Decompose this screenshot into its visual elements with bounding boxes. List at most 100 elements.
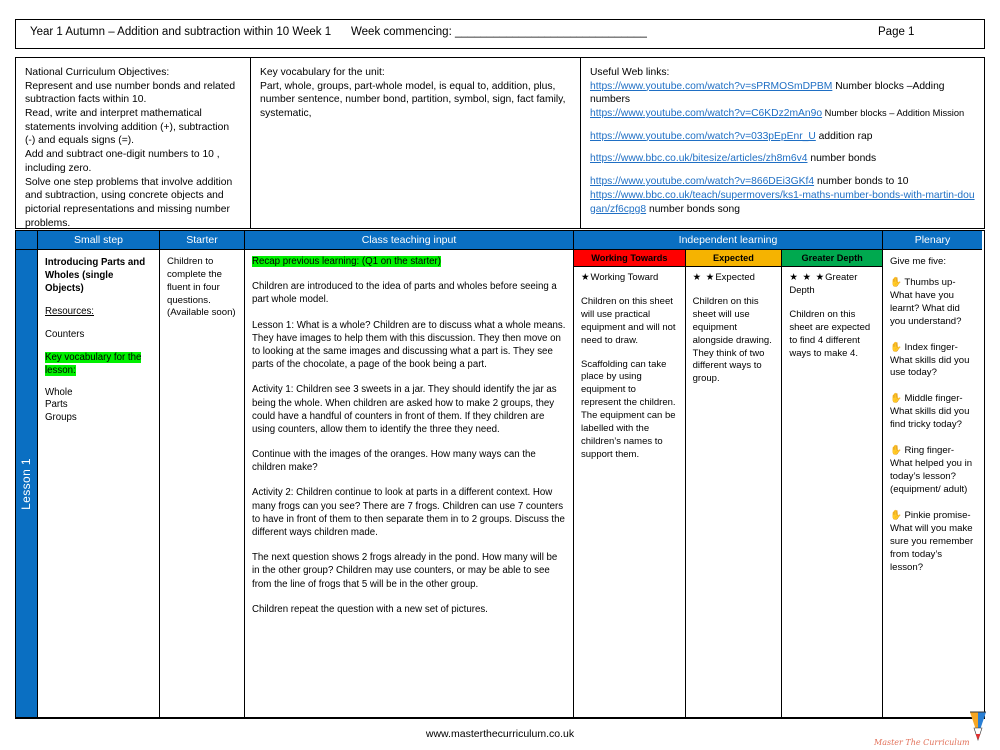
page-number: Page 1 [878, 26, 915, 38]
greater-depth-heading: ★ ★ ★Greater Depth [789, 272, 858, 296]
independent-learning-cell: Working Towards Expected Greater Depth ★… [574, 250, 883, 717]
web-link-row: https://www.bbc.co.uk/bitesize/articles/… [590, 152, 976, 166]
web-link-row: https://www.youtube.com/watch?v=C6KDz2mA… [590, 107, 976, 121]
independent-paragraph: Scaffolding can take place by using equi… [581, 358, 676, 460]
web-link-row: https://www.bbc.co.uk/teach/supermovers/… [590, 189, 976, 216]
plenary-item-text: Middle finger- What skills did you find … [890, 393, 970, 431]
class-teaching-paragraph: Lesson 1: What is a whole? Children are … [252, 319, 566, 371]
header-starter: Starter [160, 231, 245, 250]
web-link[interactable]: https://www.youtube.com/watch?v=C6KDz2mA… [590, 108, 822, 119]
hand-icon: ✋ [890, 445, 902, 457]
web-link-row: https://www.youtube.com/watch?v=033pEpEn… [590, 130, 976, 144]
web-link[interactable]: https://www.youtube.com/watch?v=033pEpEn… [590, 131, 816, 142]
unit-title: Year 1 Autumn – Addition and subtraction… [30, 26, 332, 38]
lesson-table: Small step Starter Class teaching input … [15, 230, 985, 718]
band-row: Working Towards Expected Greater Depth [574, 250, 882, 267]
vocab-item: Groups [45, 411, 77, 423]
web-link[interactable]: https://www.bbc.co.uk/bitesize/articles/… [590, 153, 807, 164]
week-commencing-field[interactable]: Week commencing: _______________________… [351, 26, 647, 38]
key-vocabulary-cell: Key vocabulary for the unit: Part, whole… [251, 58, 581, 228]
info-row: National Curriculum Objectives: Represen… [15, 57, 985, 229]
header-independent-learning: Independent learning [574, 231, 883, 250]
plenary-title: Give me five: [890, 256, 946, 267]
resources-heading: Resources: [45, 306, 94, 317]
independent-paragraph: Children on this sheet are expected to f… [789, 308, 871, 359]
band-expected: Expected [685, 250, 783, 267]
plenary-item: ✋ Ring finger- What helped you in today’… [890, 445, 977, 497]
lesson-number-cell: Lesson 1 [16, 250, 38, 717]
hand-icon: ✋ [890, 393, 902, 405]
table-body-row: Lesson 1 Introducing Parts and Wholes (s… [16, 250, 984, 717]
small-step-title: Introducing Parts and Wholes (single Obj… [45, 257, 146, 294]
vocab-item: Parts [45, 399, 68, 411]
class-teaching-paragraph: Activity 2: Children continue to look at… [252, 487, 565, 538]
lesson-vocab-list: Whole Parts Groups [45, 387, 153, 424]
footer-url[interactable]: www.masterthecurriculum.co.uk [0, 728, 1000, 740]
plenary-items: ✋ Thumbs up- What have you learnt? What … [890, 277, 977, 575]
web-link[interactable]: https://www.youtube.com/watch?v=sPRMOSmD… [590, 81, 832, 92]
web-link-row: https://www.youtube.com/watch?v=sPRMOSmD… [590, 80, 976, 107]
header-class-teaching-input: Class teaching input [245, 231, 574, 250]
links-heading: Useful Web links: [590, 67, 670, 78]
plenary-item: ✋ Pinkie promise- What will you make sur… [890, 510, 977, 575]
class-teaching-paragraph: The next question shows 2 frogs already … [252, 552, 558, 590]
lesson-label: Lesson 1 [19, 457, 34, 510]
independent-sub-row: ★Working Toward Children on this sheet w… [574, 267, 882, 717]
band-working-towards: Working Towards [574, 250, 686, 267]
header-small-step: Small step [38, 231, 160, 250]
expected-heading: ★ ★Expected [692, 272, 755, 283]
master-the-curriculum-logo: Master The Curriculum [874, 710, 992, 748]
hand-icon: ✋ [890, 341, 902, 353]
small-step-cell: Introducing Parts and Wholes (single Obj… [38, 250, 160, 717]
plenary-cell: Give me five: ✋ Thumbs up- What have you… [883, 250, 982, 717]
class-teaching-paragraphs: Children are introduced to the idea of p… [252, 280, 566, 616]
plenary-item-text: Pinkie promise- What will you make sure … [890, 509, 974, 573]
web-link-label: number bonds song [646, 203, 740, 215]
lesson-plan-page: Year 1 Autumn – Addition and subtraction… [0, 0, 1000, 750]
web-link-label: addition rap [815, 130, 873, 142]
hand-icon: ✋ [890, 276, 902, 288]
independent-paragraph: Children on this sheet will use equipmen… [692, 295, 772, 385]
working-towards-cell: ★Working Toward Children on this sheet w… [574, 267, 686, 717]
web-link-label: Number blocks – Addition Mission [822, 108, 965, 119]
plenary-item-text: Index finger- What skills did you use to… [890, 341, 970, 379]
logo-text: Master The Curriculum [874, 738, 970, 747]
class-teaching-paragraph: Children are introduced to the idea of p… [252, 281, 557, 306]
web-link-row: https://www.youtube.com/watch?v=866DEi3G… [590, 175, 976, 189]
class-teaching-paragraph: Children repeat the question with a new … [252, 603, 488, 615]
footer-divider [15, 718, 985, 719]
useful-web-links-cell: Useful Web links: https://www.youtube.co… [581, 58, 984, 228]
links-list: https://www.youtube.com/watch?v=sPRMOSmD… [590, 80, 976, 217]
header-plenary: Plenary [883, 231, 982, 250]
vocab-item: Whole [45, 387, 73, 398]
national-curriculum-cell: National Curriculum Objectives: Represen… [16, 58, 251, 228]
starter-cell: Children to complete the fluent in four … [160, 250, 245, 717]
expected-cell: ★ ★Expected Children on this sheet will … [686, 267, 783, 717]
hand-icon: ✋ [890, 509, 902, 521]
class-teaching-input-cell: Recap previous learning: (Q1 on the star… [245, 250, 574, 717]
plenary-item: ✋ Middle finger- What skills did you fin… [890, 393, 977, 432]
band-greater-depth: Greater Depth [782, 250, 882, 267]
greater-depth-paragraphs: Children on this sheet are expected to f… [789, 309, 876, 361]
vocab-heading: Key vocabulary for the unit: [260, 67, 385, 78]
table-header-row: Small step Starter Class teaching input … [16, 231, 984, 250]
star-icon: ★ [581, 272, 591, 283]
plenary-item: ✋ Index finger- What skills did you use … [890, 342, 977, 381]
vocab-body: Part, whole, groups, part-whole model, i… [260, 80, 566, 120]
resources-value: Counters [45, 329, 85, 340]
web-link-label: number bonds to 10 [814, 176, 909, 188]
recap-heading: Recap previous learning: (Q1 on the star… [252, 256, 442, 267]
nc-heading: National Curriculum Objectives: [25, 67, 170, 78]
greater-depth-cell: ★ ★ ★Greater Depth Children on this shee… [782, 267, 882, 717]
lesson-vocab-heading: Key vocabulary for the lesson: [45, 352, 142, 376]
web-link[interactable]: https://www.youtube.com/watch?v=866DEi3G… [590, 176, 814, 187]
title-bar: Year 1 Autumn – Addition and subtraction… [15, 19, 985, 49]
star-icon: ★ ★ [692, 272, 716, 283]
nc-body: Represent and use number bonds and relat… [25, 80, 236, 228]
plenary-item: ✋ Thumbs up- What have you learnt? What … [890, 277, 977, 329]
independent-paragraph: Children on this sheet will use practica… [581, 295, 676, 346]
web-link-label: number bonds [807, 153, 877, 165]
header-lesson [16, 231, 38, 250]
